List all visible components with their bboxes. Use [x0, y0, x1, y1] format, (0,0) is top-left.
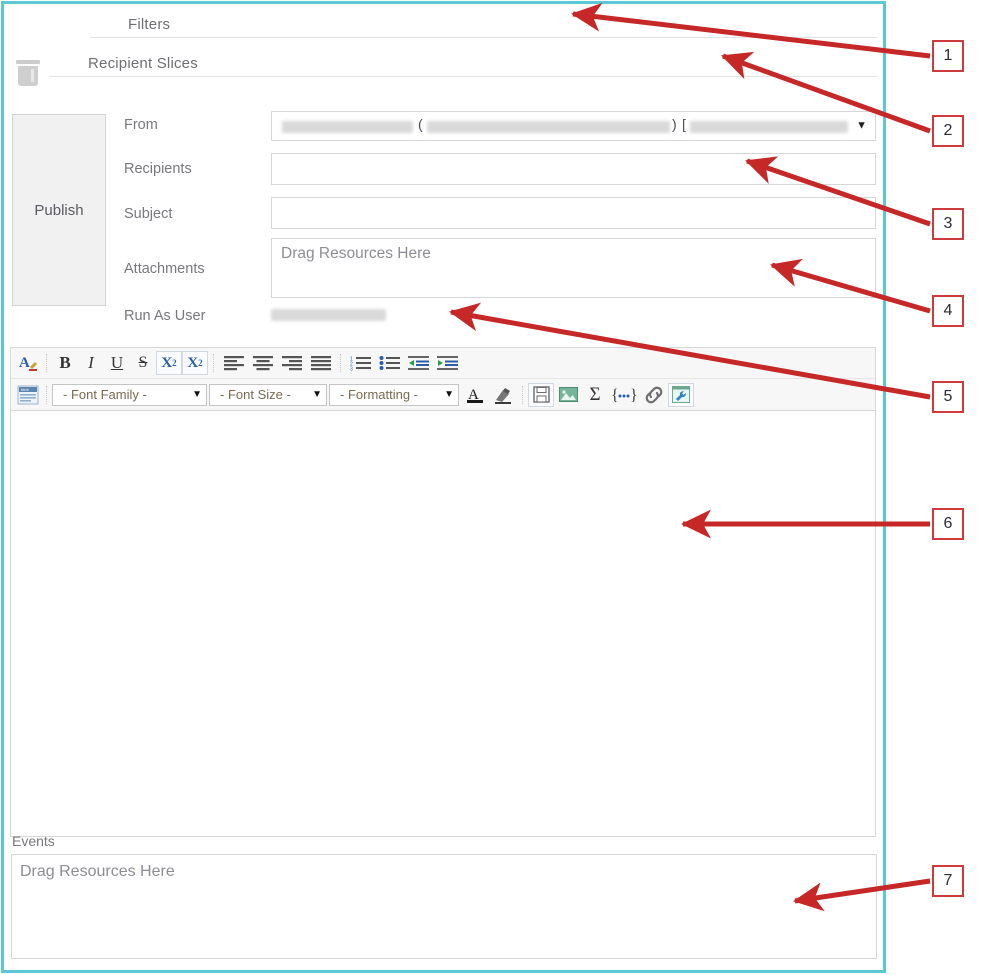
events-label: Events — [12, 833, 55, 849]
toolbar-separator — [340, 354, 341, 372]
from-select[interactable]: ( ) [ ▼ — [271, 111, 876, 141]
events-dropzone-placeholder: Drag Resources Here — [20, 863, 175, 881]
font-size-select[interactable]: - Font Size - ▼ — [209, 384, 327, 406]
outdent-icon[interactable] — [404, 351, 433, 375]
callout-1: 1 — [932, 40, 964, 72]
callout-4-number: 4 — [944, 302, 953, 320]
trash-icon-body — [18, 66, 38, 86]
callout-3-number: 3 — [944, 215, 953, 233]
formatting-select-label: - Formatting - — [340, 387, 436, 402]
callout-5: 5 — [932, 381, 964, 413]
callout-2: 2 — [932, 115, 964, 147]
toolbar-separator — [213, 354, 214, 372]
unordered-list-icon[interactable] — [375, 351, 404, 375]
attachments-dropzone-placeholder: Drag Resources Here — [281, 245, 431, 263]
chevron-down-icon: ▼ — [444, 389, 454, 400]
trash-icon-lid — [16, 60, 40, 64]
chevron-down-icon: ▼ — [312, 389, 322, 400]
callout-7: 7 — [932, 865, 964, 897]
field-label-run-as-user: Run As User — [124, 308, 205, 324]
section-recipient-slices-label: Recipient Slices — [88, 55, 206, 72]
align-left-icon[interactable] — [219, 351, 248, 375]
chevron-down-icon: ▼ — [192, 389, 202, 400]
section-recipient-slices-divider — [50, 76, 877, 77]
spell-check-icon[interactable]: A — [15, 351, 41, 375]
chevron-down-icon: ▼ — [856, 121, 867, 132]
from-redacted-detail — [427, 121, 670, 133]
font-family-select[interactable]: - Font Family - ▼ — [52, 384, 207, 406]
from-bracket-open: [ — [682, 116, 686, 132]
text-color-icon[interactable]: A — [461, 383, 489, 407]
callout-6: 6 — [932, 508, 964, 540]
svg-text:html: html — [21, 387, 29, 392]
equation-icon[interactable]: Σ — [582, 383, 608, 407]
section-filters[interactable]: Filters — [4, 6, 883, 45]
editor-toolbar-row-1: A B I U S X2 X2 — [11, 348, 875, 378]
formatting-select[interactable]: - Formatting - ▼ — [329, 384, 459, 406]
superscript-icon[interactable]: X2 — [182, 351, 208, 375]
highlight-icon[interactable] — [489, 383, 517, 407]
bold-icon[interactable]: B — [52, 351, 78, 375]
callout-1-number: 1 — [944, 47, 953, 65]
callout-6-number: 6 — [944, 515, 953, 533]
from-redacted-email — [690, 121, 848, 133]
svg-text:3: 3 — [350, 367, 353, 372]
screenshot-root: Filters Recipient Slices Publish From ( … — [0, 0, 1000, 975]
editor-toolbar: A B I U S X2 X2 — [10, 347, 876, 410]
font-size-select-label: - Font Size - — [220, 387, 304, 402]
field-label-subject: Subject — [124, 206, 172, 222]
strikethrough-icon[interactable]: S — [130, 351, 156, 375]
italic-icon[interactable]: I — [78, 351, 104, 375]
callout-5-number: 5 — [944, 388, 953, 406]
from-paren-close: ) — [672, 116, 677, 132]
section-filters-label: Filters — [128, 16, 178, 33]
field-label-recipients: Recipients — [124, 161, 192, 177]
field-label-attachments: Attachments — [124, 261, 205, 277]
from-redacted-name — [282, 121, 413, 133]
trash-icon[interactable] — [16, 60, 40, 86]
toolbar-separator — [522, 386, 523, 404]
attachments-dropzone[interactable]: Drag Resources Here — [271, 238, 876, 298]
subscript-icon[interactable]: X2 — [156, 351, 182, 375]
section-filters-divider — [90, 37, 877, 38]
callout-2-number: 2 — [944, 122, 953, 140]
toolbar-separator — [46, 354, 47, 372]
events-dropzone[interactable]: Drag Resources Here — [11, 854, 877, 959]
svg-text:{: { — [611, 387, 619, 404]
callout-3: 3 — [932, 208, 964, 240]
tools-icon[interactable] — [668, 383, 694, 407]
from-paren-open: ( — [418, 116, 423, 132]
field-label-from: From — [124, 117, 158, 133]
align-right-icon[interactable] — [277, 351, 306, 375]
run-as-user-redacted — [271, 309, 386, 321]
underline-icon[interactable]: U — [104, 351, 130, 375]
callout-4: 4 — [932, 295, 964, 327]
rich-text-editor: A B I U S X2 X2 — [10, 347, 876, 837]
publish-button-label: Publish — [34, 202, 83, 219]
insert-link-icon[interactable] — [640, 383, 668, 407]
callout-7-number: 7 — [944, 872, 953, 890]
align-justify-icon[interactable] — [306, 351, 335, 375]
svg-text:A: A — [19, 355, 30, 371]
recipients-input[interactable] — [271, 153, 876, 185]
save-icon[interactable] — [528, 383, 554, 407]
toolbar-separator — [46, 386, 47, 404]
svg-text:}: } — [630, 387, 637, 404]
section-recipient-slices[interactable]: Recipient Slices — [4, 45, 883, 84]
ordered-list-icon[interactable]: 1 2 3 — [346, 351, 375, 375]
font-family-select-label: - Font Family - — [63, 387, 184, 402]
editor-content-area[interactable] — [10, 410, 876, 837]
editor-toolbar-row-2: html - Font Family - ▼ - Font Size - ▼ — [11, 378, 875, 410]
insert-image-icon[interactable] — [554, 383, 582, 407]
notification-editor-panel: Filters Recipient Slices Publish From ( … — [1, 1, 886, 973]
indent-icon[interactable] — [433, 351, 462, 375]
align-center-icon[interactable] — [248, 351, 277, 375]
subject-input[interactable] — [271, 197, 876, 229]
html-source-icon[interactable]: html — [15, 383, 41, 407]
run-as-user-value — [271, 307, 471, 323]
snippet-icon[interactable]: { } — [608, 383, 640, 407]
publish-button[interactable]: Publish — [12, 114, 106, 306]
